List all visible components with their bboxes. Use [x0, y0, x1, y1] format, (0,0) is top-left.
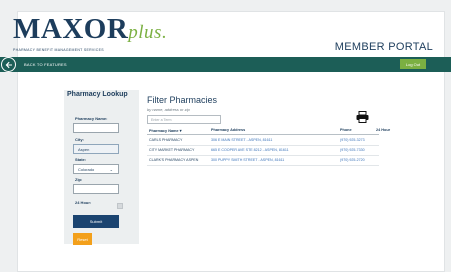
- logo-plus-text: plus.: [128, 22, 168, 43]
- column-header-address: Pharmacy Address: [211, 128, 246, 132]
- row-pharmacy-address[interactable]: 306 E MAIN STREET - ASPEN, 81611: [211, 138, 272, 142]
- table-header-divider: [147, 134, 379, 135]
- zip-input[interactable]: [73, 184, 119, 194]
- state-select-value: Colorado: [78, 166, 95, 172]
- filter-title: Filter Pharmacies: [147, 95, 218, 105]
- city-input[interactable]: Aspen: [73, 144, 119, 154]
- pharmacy-lookup-panel: Pharmacy Lookup Pharmacy Name: City: Asp…: [64, 90, 139, 245]
- filter-search-input[interactable]: Enter a Term: [147, 115, 221, 124]
- row-pharmacy-name: CARLS PHARMACY: [149, 138, 183, 142]
- arrow-left-icon: [5, 61, 12, 68]
- column-header-24-hour: 24 Hour: [376, 128, 391, 132]
- row-pharmacy-phone[interactable]: (970) 925-2720: [340, 158, 365, 162]
- row-divider: [147, 165, 379, 166]
- submit-button[interactable]: Submit: [73, 215, 119, 228]
- filter-subtitle: by name, address or zip: [147, 107, 190, 112]
- logout-button[interactable]: Log Out: [400, 59, 426, 69]
- maxor-logo: MAXORplus. PHARMACY BENEFIT MANAGEMENT S…: [13, 15, 167, 53]
- chevron-down-icon: ⌄: [109, 166, 113, 172]
- reset-button[interactable]: Reset: [73, 233, 92, 245]
- logo-tagline: PHARMACY BENEFIT MANAGEMENT SERVICES: [13, 48, 104, 52]
- zip-label: Zip:: [75, 177, 83, 182]
- back-button[interactable]: [1, 57, 16, 72]
- city-label: City:: [75, 137, 84, 142]
- pharmacy-name-input[interactable]: [73, 123, 119, 133]
- row-pharmacy-name: CITY MARKET PHARMACY: [149, 148, 195, 152]
- nav-bar: BACK TO FEATURES Log Out: [0, 57, 451, 72]
- logo-wordmark: MAXORplus.: [13, 15, 167, 47]
- 24-hour-label: 24 Hour:: [75, 200, 92, 205]
- state-select[interactable]: Colorado ⌄: [73, 164, 119, 174]
- panel-title: Pharmacy Lookup: [67, 91, 128, 98]
- column-header-phone: Phone: [340, 128, 352, 132]
- portal-title: MEMBER PORTAL: [334, 41, 433, 53]
- state-label: State:: [75, 157, 87, 162]
- row-divider: [147, 145, 379, 146]
- row-pharmacy-address[interactable]: 665 E COOPER AVE STE 8212 - ASPEN, 81611: [211, 148, 289, 152]
- 24-hour-checkbox[interactable]: [117, 203, 123, 209]
- row-pharmacy-phone[interactable]: (970) 925-3273: [340, 138, 365, 142]
- row-pharmacy-name: CLARK'S PHARMACY ASPEN: [149, 158, 199, 162]
- row-pharmacy-address[interactable]: 300 PUPPY SMITH STREET - ASPEN, 81611: [211, 158, 284, 162]
- logo-main-text: MAXOR: [13, 13, 129, 45]
- column-header-name[interactable]: Pharmacy Name ▾: [149, 128, 182, 133]
- row-divider: [147, 155, 379, 156]
- back-to-features-link[interactable]: BACK TO FEATURES: [24, 62, 67, 67]
- row-pharmacy-phone[interactable]: (970) 925-7330: [340, 148, 365, 152]
- page-background: MAXORplus. PHARMACY BENEFIT MANAGEMENT S…: [0, 0, 451, 272]
- pharmacy-name-label: Pharmacy Name:: [75, 116, 108, 121]
- printer-icon[interactable]: [356, 111, 369, 123]
